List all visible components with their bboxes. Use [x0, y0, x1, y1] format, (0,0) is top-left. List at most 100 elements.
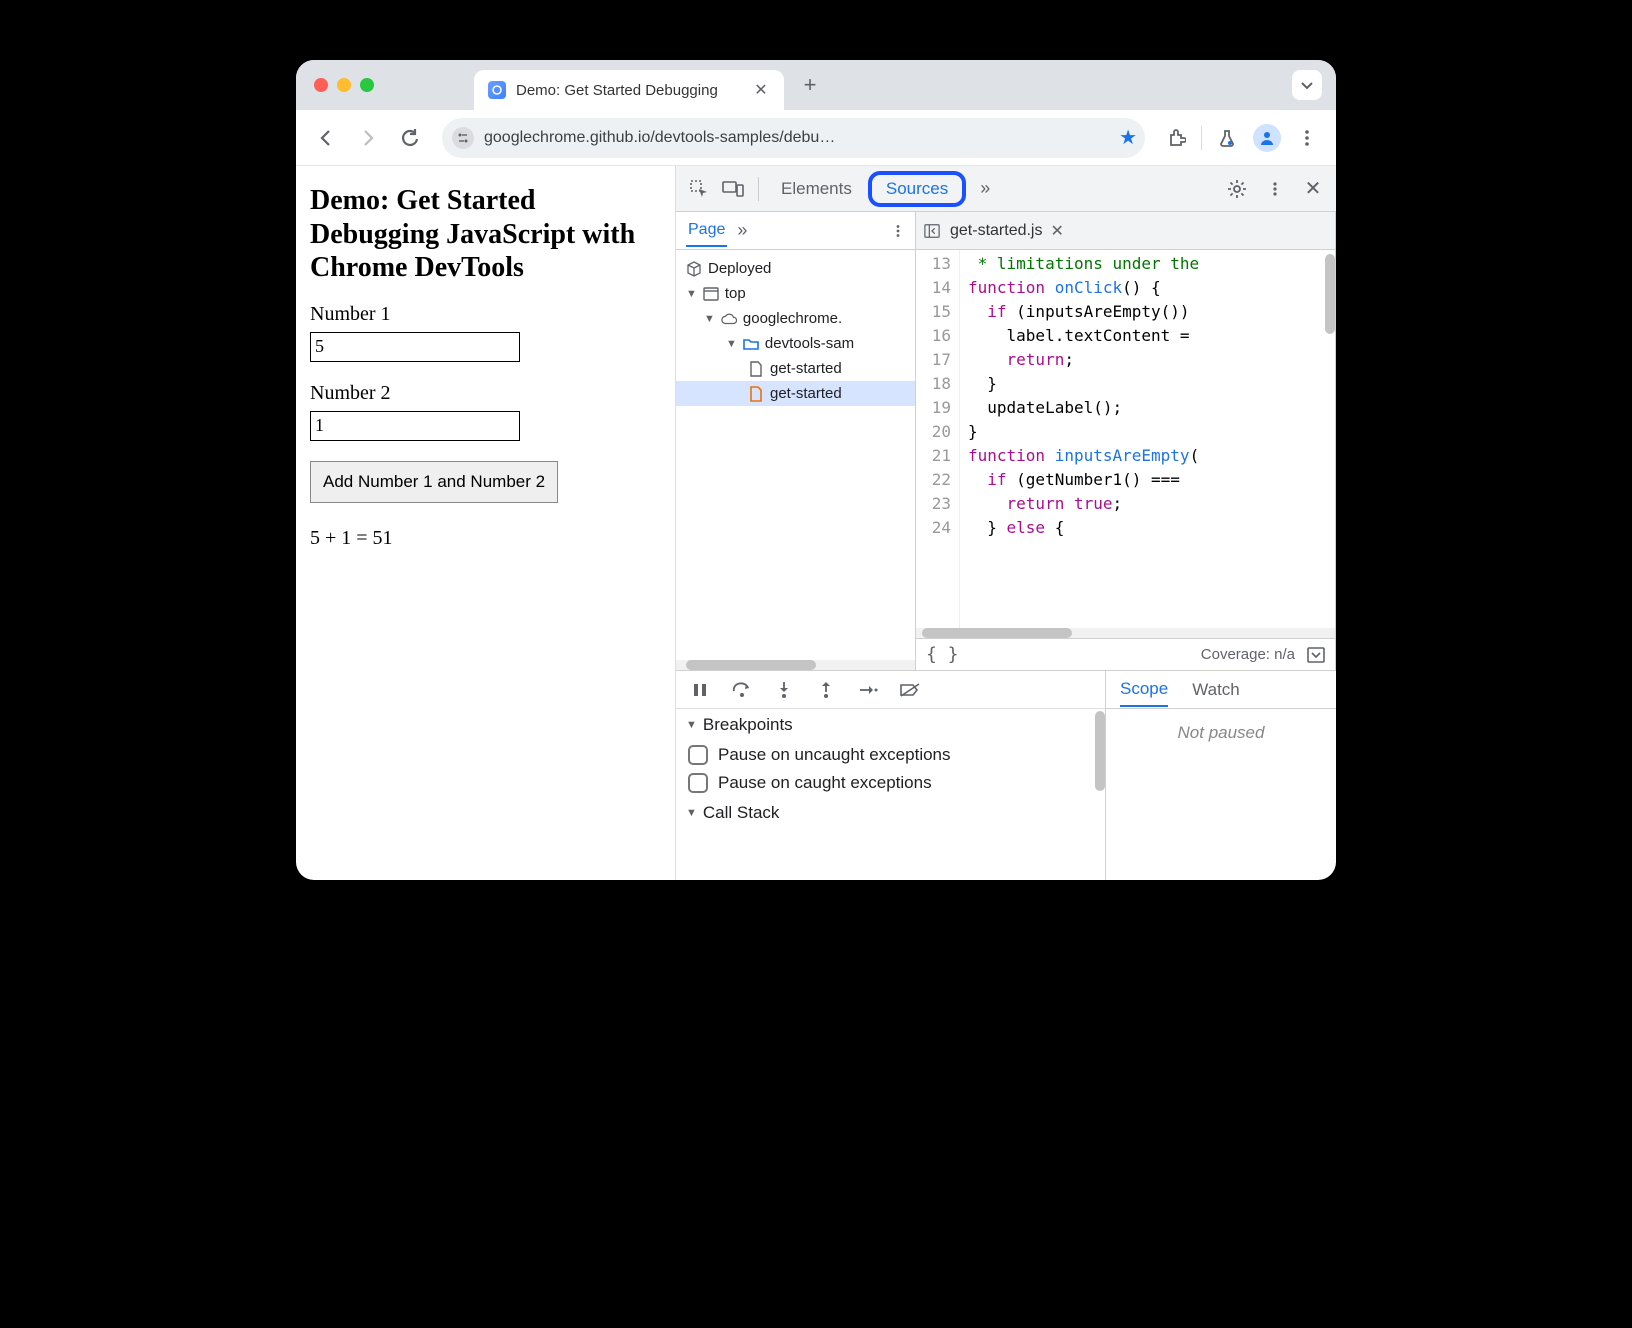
tab-favicon-icon: [488, 81, 506, 99]
pause-caught-row[interactable]: Pause on caught exceptions: [676, 769, 1105, 797]
back-button[interactable]: [308, 120, 344, 156]
section-title: Call Stack: [703, 803, 780, 823]
kebab-menu-button[interactable]: [1290, 121, 1324, 155]
devtools-tabstrip: Elements Sources » ✕: [676, 166, 1336, 212]
line-gutter: 131415161718192021222324: [916, 250, 960, 628]
tab-overflow-button[interactable]: [1292, 70, 1322, 100]
editor-tab-close-icon[interactable]: ✕: [1050, 221, 1063, 241]
breakpoints-section[interactable]: ▼ Breakpoints: [676, 709, 1105, 741]
tree-file-html[interactable]: get-started: [676, 356, 915, 381]
deactivate-breakpoints-button[interactable]: [898, 678, 922, 702]
number-1-label: Number 1: [310, 303, 661, 326]
step-into-button[interactable]: [772, 678, 796, 702]
content-area: Demo: Get Started Debugging JavaScript w…: [296, 166, 1336, 880]
more-tabs-icon[interactable]: »: [970, 174, 1000, 204]
show-navigator-icon[interactable]: [924, 223, 940, 239]
pause-button[interactable]: [688, 678, 712, 702]
step-over-button[interactable]: [730, 678, 754, 702]
step-button[interactable]: [856, 678, 880, 702]
checkbox-label: Pause on uncaught exceptions: [718, 745, 951, 765]
step-out-button[interactable]: [814, 678, 838, 702]
bookmark-star-icon[interactable]: ★: [1119, 125, 1137, 150]
scope-watch-pane: Scope Watch Not paused: [1106, 671, 1336, 880]
tree-label: get-started: [770, 360, 842, 377]
url-bar[interactable]: googlechrome.github.io/devtools-samples/…: [442, 118, 1145, 158]
number-1-input[interactable]: [310, 332, 520, 362]
devtools-panel: Elements Sources » ✕ Pa: [676, 166, 1336, 880]
cube-icon: [686, 261, 702, 277]
window-controls: [314, 78, 374, 92]
scrollbar-thumb[interactable]: [922, 628, 1072, 638]
tree-label: top: [725, 285, 746, 302]
editor-pane: get-started.js ✕ 13141516171819202122232…: [916, 212, 1336, 670]
sources-tab[interactable]: Sources: [868, 171, 966, 207]
tab-separator: [758, 177, 759, 201]
webpage: Demo: Get Started Debugging JavaScript w…: [296, 166, 676, 880]
disclosure-triangle-icon: ▼: [686, 807, 697, 819]
elements-tab[interactable]: Elements: [769, 171, 864, 207]
navigator-scrollbar[interactable]: [676, 660, 915, 670]
tab-close-button[interactable]: ✕: [752, 81, 770, 99]
tree-label: Deployed: [708, 260, 771, 277]
editor-hscrollbar[interactable]: [916, 628, 1335, 638]
tree-origin[interactable]: ▼ googlechrome.: [676, 306, 915, 331]
checkbox[interactable]: [688, 745, 708, 765]
disclosure-triangle-icon: ▼: [704, 313, 715, 325]
browser-tab[interactable]: Demo: Get Started Debugging ✕: [474, 70, 784, 110]
window-icon: [703, 286, 719, 302]
section-title: Breakpoints: [703, 715, 793, 735]
page-tab[interactable]: Page: [686, 215, 727, 247]
tree-deployed[interactable]: Deployed: [676, 256, 915, 281]
checkbox[interactable]: [688, 773, 708, 793]
tree-top[interactable]: ▼ top: [676, 281, 915, 306]
close-window-button[interactable]: [314, 78, 328, 92]
debug-toolbar: [676, 671, 1105, 709]
tree-label: devtools-sam: [765, 335, 854, 352]
forward-button[interactable]: [350, 120, 386, 156]
navigator-tabs: Page »: [676, 212, 915, 250]
debug-vscroll-thumb[interactable]: [1095, 711, 1105, 791]
watch-tab[interactable]: Watch: [1192, 680, 1240, 700]
tree-label: googlechrome.: [743, 310, 842, 327]
new-tab-button[interactable]: +: [794, 69, 826, 101]
pretty-print-icon[interactable]: { }: [926, 644, 959, 665]
disclosure-triangle-icon: ▼: [726, 338, 737, 350]
tree-folder[interactable]: ▼ devtools-sam: [676, 331, 915, 356]
tree-file-js[interactable]: get-started: [676, 381, 915, 406]
number-2-label: Number 2: [310, 382, 661, 405]
editor-vscroll-thumb[interactable]: [1325, 254, 1335, 334]
pause-uncaught-row[interactable]: Pause on uncaught exceptions: [676, 741, 1105, 769]
disclosure-triangle-icon: ▼: [686, 288, 697, 300]
file-icon: [748, 361, 764, 377]
file-tree: Deployed ▼ top ▼: [676, 250, 915, 660]
tree-label: get-started: [770, 385, 842, 402]
sources-pane: Page » Deployed: [676, 212, 1336, 670]
not-paused-text: Not paused: [1106, 709, 1336, 757]
scope-tab[interactable]: Scope: [1120, 673, 1168, 707]
navigator-more-icon[interactable]: »: [737, 220, 747, 241]
profile-button[interactable]: [1250, 121, 1284, 155]
devtools-kebab-icon[interactable]: [1260, 174, 1290, 204]
devtools-close-icon[interactable]: ✕: [1298, 174, 1328, 204]
callstack-section[interactable]: ▼ Call Stack: [676, 797, 1105, 829]
labs-icon[interactable]: [1210, 121, 1244, 155]
settings-gear-icon[interactable]: [1222, 174, 1252, 204]
show-drawer-icon[interactable]: [1307, 647, 1325, 663]
extensions-icon[interactable]: [1159, 121, 1193, 155]
navigator-kebab-icon[interactable]: [891, 224, 905, 238]
code-editor[interactable]: 131415161718192021222324 * limitations u…: [916, 250, 1335, 628]
editor-tab[interactable]: get-started.js ✕: [950, 221, 1064, 241]
coverage-text: Coverage: n/a: [1201, 646, 1295, 663]
add-button[interactable]: Add Number 1 and Number 2: [310, 461, 558, 503]
inspect-icon[interactable]: [684, 174, 714, 204]
maximize-window-button[interactable]: [360, 78, 374, 92]
cloud-icon: [721, 311, 737, 327]
result-text: 5 + 1 = 51: [310, 527, 661, 550]
scope-watch-tabs: Scope Watch: [1106, 671, 1336, 709]
minimize-window-button[interactable]: [337, 78, 351, 92]
site-settings-icon[interactable]: [452, 127, 474, 149]
scrollbar-thumb[interactable]: [686, 660, 816, 670]
reload-button[interactable]: [392, 120, 428, 156]
number-2-input[interactable]: [310, 411, 520, 441]
device-toggle-icon[interactable]: [718, 174, 748, 204]
